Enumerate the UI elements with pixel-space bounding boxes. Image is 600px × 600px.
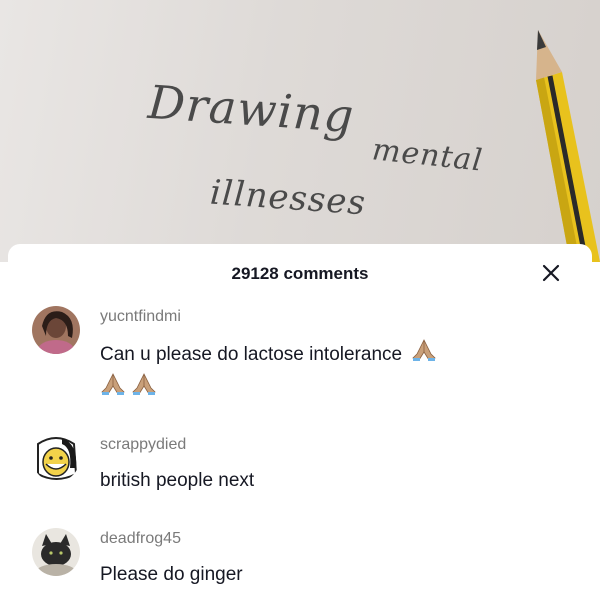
video-frame: Drawing mental illnesses — [0, 0, 600, 262]
folded-hands-icon — [411, 338, 437, 372]
folded-hands-icon — [131, 372, 157, 406]
comment-item: yucntfindmi Can u please do lactose into… — [8, 302, 592, 412]
comment-text-content: Can u please do lactose intolerance — [100, 344, 403, 366]
comment-username[interactable]: scrappydied — [100, 436, 186, 454]
comment-text: Please do ginger — [100, 564, 243, 585]
comment-item: scrappydied british people next — [8, 432, 592, 502]
comment-username[interactable]: deadfrog45 — [100, 530, 181, 548]
handwriting-line-3: illnesses — [208, 172, 368, 224]
avatar[interactable] — [32, 434, 80, 482]
comments-panel: 29128 comments yucntfindmi Can u please … — [8, 244, 592, 600]
handwriting-line-1: Drawing — [146, 74, 357, 144]
comment-count: 29128 comments — [231, 264, 369, 283]
comment-text: british people next — [100, 470, 255, 491]
comment-item: deadfrog45 Please do ginger — [8, 526, 592, 596]
close-button[interactable] — [536, 258, 566, 288]
comments-header: 29128 comments — [8, 244, 592, 302]
pencil-image — [536, 30, 600, 262]
handwriting-line-2: mental — [370, 132, 485, 179]
avatar[interactable] — [32, 306, 80, 354]
avatar[interactable] — [32, 528, 80, 576]
comment-username[interactable]: yucntfindmi — [100, 308, 181, 326]
close-icon[interactable] — [536, 258, 566, 288]
comment-text: Can u please do lactose intolerance — [100, 338, 540, 406]
folded-hands-icon — [100, 372, 126, 406]
